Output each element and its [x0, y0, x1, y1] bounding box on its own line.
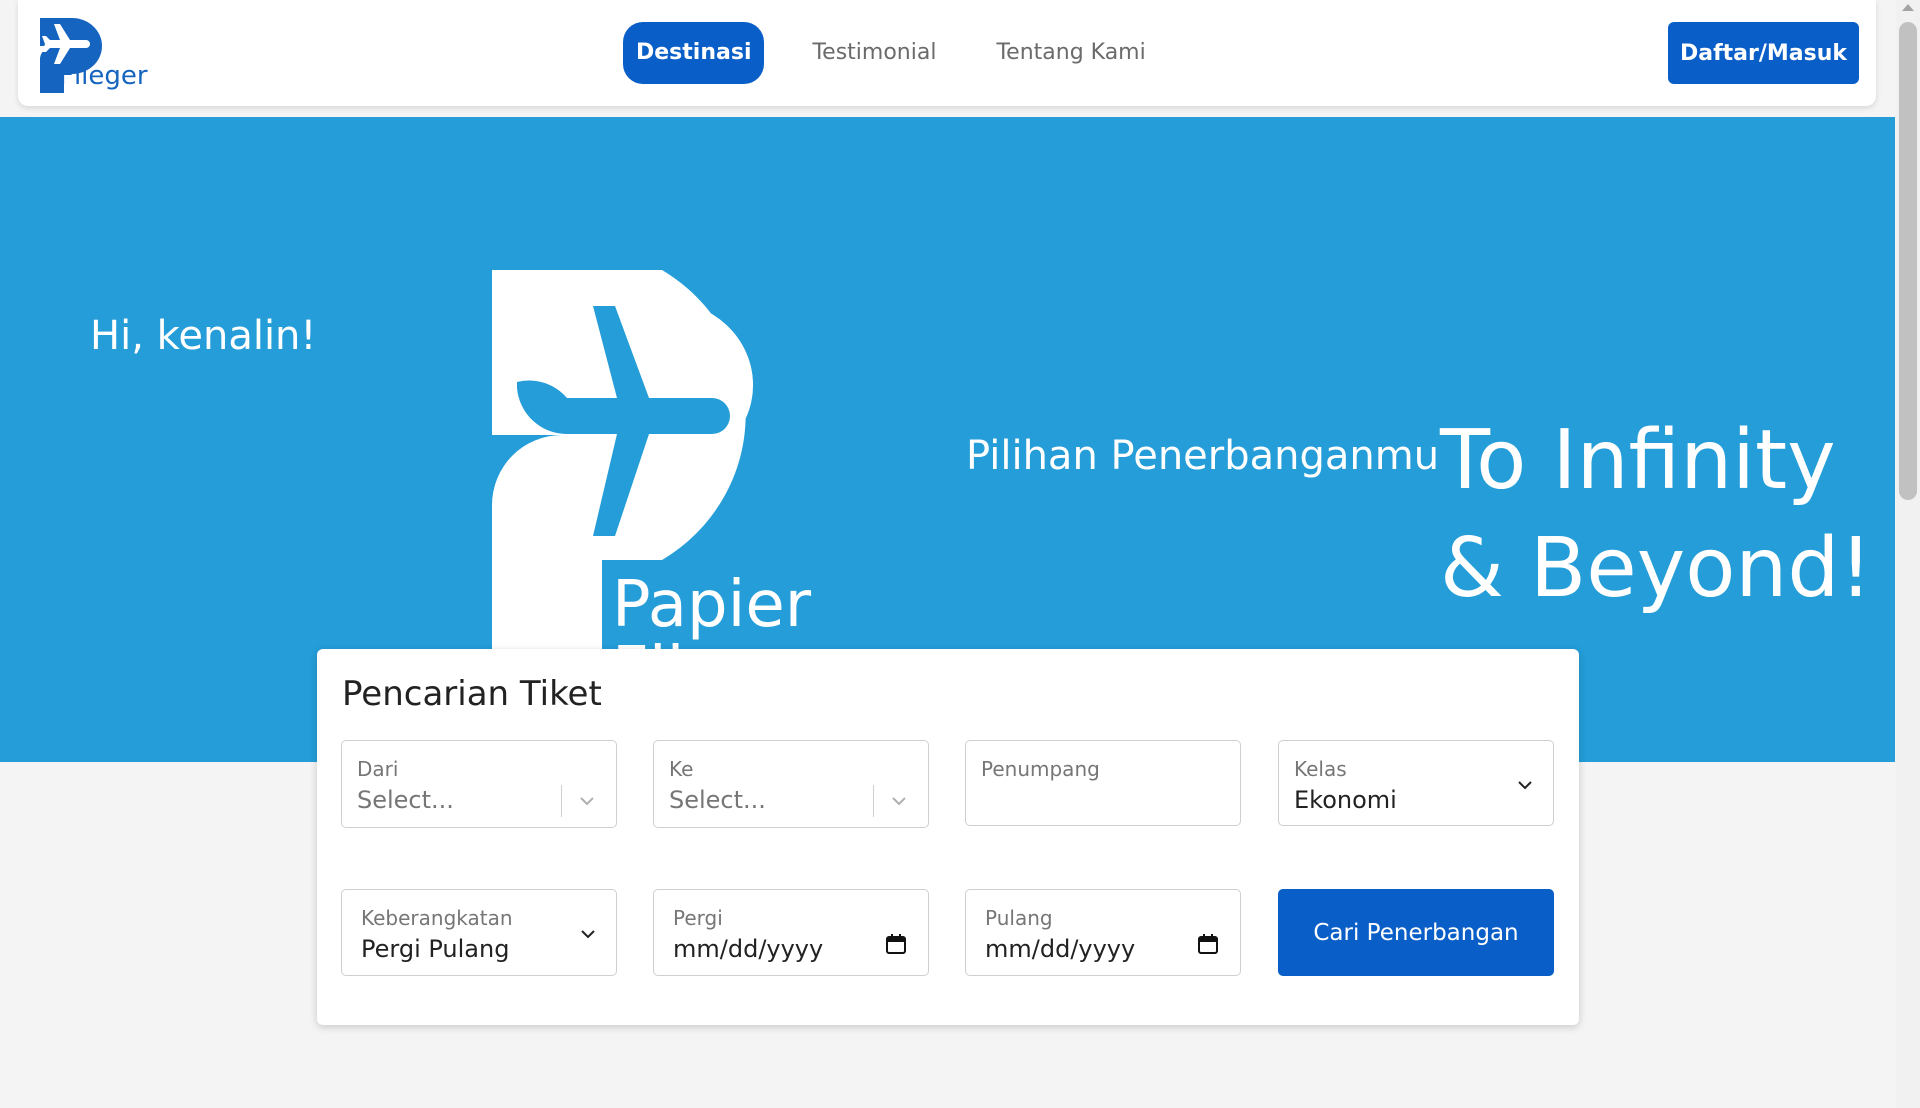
- to-label: Ke: [669, 757, 694, 781]
- brand-logo-text: Flieger: [59, 61, 148, 91]
- top-navbar: Flieger Destinasi Testimonial Tentang Ka…: [18, 0, 1876, 106]
- nav-link-testimonial[interactable]: Testimonial: [799, 22, 949, 84]
- chevron-down-icon[interactable]: [577, 791, 597, 811]
- class-value: Ekonomi: [1294, 786, 1397, 814]
- passenger-label: Penumpang: [981, 757, 1100, 781]
- class-label: Kelas: [1294, 757, 1347, 781]
- nav-link-tentang-kami[interactable]: Tentang Kami: [983, 22, 1158, 84]
- return-date-input[interactable]: Pulang mm/dd/yyyy: [965, 889, 1241, 976]
- from-label: Dari: [357, 757, 399, 781]
- depart-value: mm/dd/yyyy: [673, 935, 824, 963]
- scrollbar-thumb[interactable]: [1899, 22, 1917, 500]
- from-select[interactable]: Dari Select...: [341, 740, 617, 828]
- to-separator: [873, 785, 874, 817]
- trip-type-select[interactable]: Keberangkatan Pergi Pulang: [341, 889, 617, 976]
- depart-date-input[interactable]: Pergi mm/dd/yyyy: [653, 889, 929, 976]
- to-placeholder: Select...: [669, 786, 766, 814]
- search-flights-button[interactable]: Cari Penerbangan: [1278, 889, 1554, 976]
- hero-title-line1: To Infinity: [1440, 413, 1836, 508]
- chevron-down-icon[interactable]: [889, 791, 909, 811]
- calendar-icon[interactable]: [884, 932, 908, 956]
- hero-title-line2: & Beyond!: [1440, 521, 1873, 616]
- return-value: mm/dd/yyyy: [985, 935, 1136, 963]
- hero-title: To Infinity & Beyond!: [1440, 407, 1872, 623]
- depart-label: Pergi: [673, 906, 723, 930]
- trip-type-value: Pergi Pulang: [361, 935, 510, 963]
- scroll-up-arrow-icon[interactable]: [1902, 4, 1914, 11]
- from-placeholder: Select...: [357, 786, 454, 814]
- hero-greeting: Hi, kenalin!: [90, 313, 317, 359]
- passenger-field[interactable]: Penumpang: [965, 740, 1241, 826]
- from-separator: [561, 785, 562, 817]
- chevron-down-icon[interactable]: [578, 924, 598, 944]
- hero-subtitle: Pilihan Penerbanganmu: [966, 433, 1440, 479]
- ticket-search-card: Pencarian Tiket Dari Select... Ke Select…: [317, 649, 1579, 1025]
- hero-brand-line1: Papier: [612, 568, 812, 642]
- return-label: Pulang: [985, 906, 1053, 930]
- login-register-button[interactable]: Daftar/Masuk: [1668, 22, 1859, 84]
- to-select[interactable]: Ke Select...: [653, 740, 929, 828]
- nav-link-destinasi[interactable]: Destinasi: [623, 22, 765, 84]
- main-nav: Destinasi Testimonial Tentang Kami: [623, 22, 1193, 84]
- chevron-down-icon[interactable]: [1515, 775, 1535, 795]
- trip-type-label: Keberangkatan: [361, 906, 513, 930]
- class-select[interactable]: Kelas Ekonomi: [1278, 740, 1554, 826]
- calendar-icon[interactable]: [1196, 932, 1220, 956]
- search-title: Pencarian Tiket: [342, 674, 602, 714]
